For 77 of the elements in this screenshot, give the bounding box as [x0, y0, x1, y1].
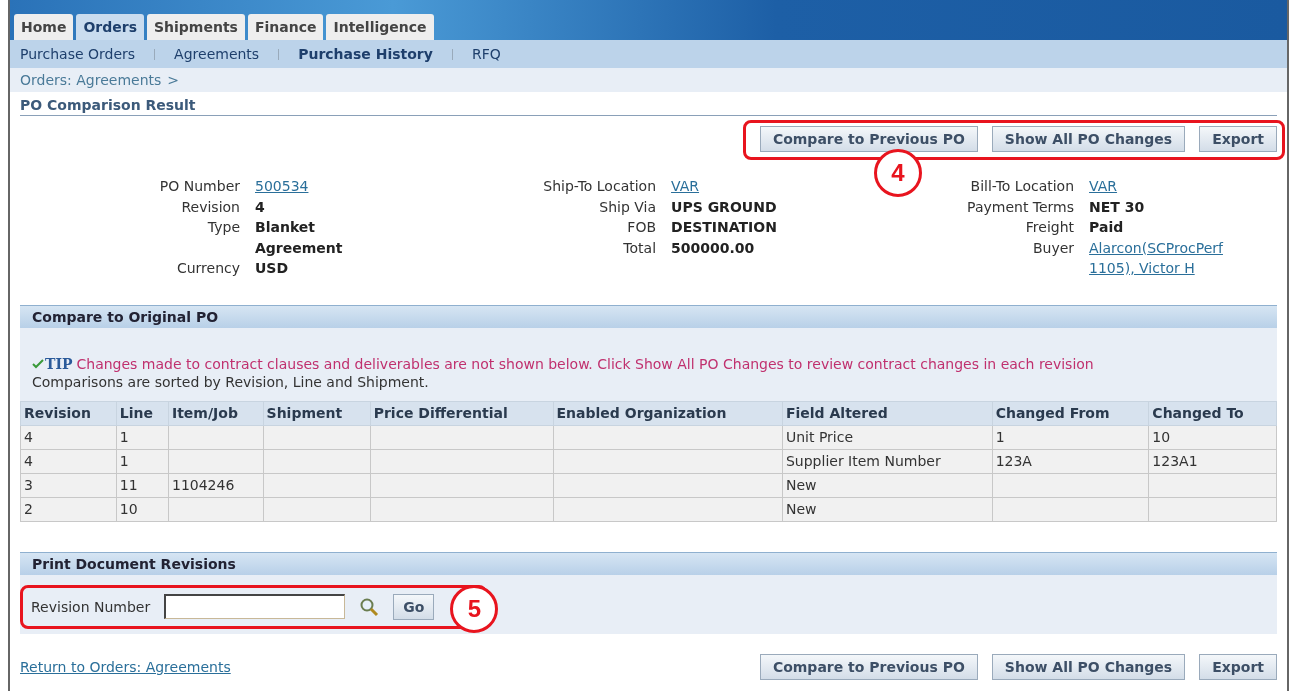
subnav-link[interactable]: RFQ — [471, 46, 501, 62]
column-header: Revision — [20, 401, 117, 425]
table-cell: 1 — [992, 425, 1149, 449]
field-value: USD — [255, 259, 290, 278]
sort-note: Comparisons are sorted by Revision, Line and Shipment. — [31, 372, 430, 392]
section-header: Compare to Original PO — [20, 304, 1277, 328]
tip-label: TIP — [45, 355, 73, 372]
field-label: Ship-To Location — [542, 177, 657, 196]
return-link[interactable]: Return to Orders: Agreements — [20, 658, 231, 675]
field-link[interactable]: Alarcon(SCProcPerf 1105), Victor H — [1089, 237, 1240, 279]
column-header: Item/Job — [168, 401, 264, 425]
field-label: Payment Terms — [966, 197, 1075, 217]
column-header: Changed From — [992, 401, 1149, 425]
field-label: PO Number — [158, 177, 240, 196]
table-cell: Unit Price — [782, 425, 993, 449]
tip-text: Changes made to contract clauses and deliverables are not shown below. Click Show All PO Changes to review contract changes in each revision — [76, 355, 1094, 372]
field-label: Type — [206, 218, 240, 237]
field-value: Paid — [1089, 218, 1125, 237]
check-icon — [32, 358, 44, 369]
nav-tab[interactable]: Shipments — [147, 14, 245, 40]
revision-input[interactable] — [164, 594, 346, 619]
field-label: Buyer — [1031, 238, 1075, 258]
table-cell: New — [782, 473, 993, 497]
action-button[interactable]: Export — [1199, 126, 1277, 152]
subnav-link[interactable]: Purchase History — [298, 46, 433, 62]
table-cell: 4 — [20, 449, 117, 473]
search-icon[interactable] — [359, 596, 380, 617]
table-cell: 10 — [1148, 425, 1277, 449]
breadcrumb-link[interactable]: Orders: Agreements — [20, 72, 162, 88]
go-button[interactable]: Go — [393, 593, 435, 620]
action-button[interactable]: Show All PO Changes — [991, 126, 1186, 152]
field-value: 500000.00 — [671, 238, 756, 258]
table-cell: 4 — [20, 425, 117, 449]
callout-number: 5 — [450, 584, 499, 633]
column-header: Price Differential — [370, 401, 554, 425]
table-cell: 1104246 — [168, 473, 264, 497]
field-link[interactable]: 500534 — [255, 176, 405, 197]
action-button[interactable]: Compare to Previous PO — [759, 126, 978, 152]
table-cell: New — [782, 497, 993, 521]
field-link[interactable]: VAR — [1089, 176, 1240, 197]
table-cell: 2 — [20, 497, 117, 521]
field-label: FOB — [626, 218, 657, 237]
field-value: Blanket Agreement — [255, 218, 344, 258]
table-cell: 123A1 — [1148, 449, 1277, 473]
field-label: Currency — [175, 259, 240, 278]
section-header: Print Document Revisions — [20, 551, 1277, 575]
field-label: Total — [622, 238, 657, 258]
subnav-link[interactable]: Agreements — [174, 46, 260, 62]
field-value: DESTINATION — [671, 218, 778, 237]
table-cell: 123A — [992, 449, 1149, 473]
table-cell: 3 — [20, 473, 117, 497]
nav-tab[interactable]: Home — [14, 14, 74, 40]
nav-tab[interactable]: Orders — [76, 14, 144, 40]
callout-number: 4 — [873, 149, 922, 197]
column-header: Field Altered — [782, 401, 993, 425]
column-header: Enabled Organization — [553, 401, 783, 425]
field-link[interactable]: VAR — [671, 176, 822, 197]
action-button[interactable]: Compare to Previous PO — [759, 653, 978, 680]
field-label: Freight — [1024, 218, 1075, 237]
subnav-link[interactable]: Purchase Orders — [20, 46, 136, 62]
field-value: 4 — [255, 197, 266, 217]
column-header: Changed To — [1148, 401, 1277, 425]
field-label: Ship Via — [598, 197, 657, 217]
action-button[interactable]: Export — [1199, 653, 1277, 680]
field-value: NET 30 — [1089, 197, 1146, 217]
column-header: Shipment — [263, 401, 371, 425]
field-value: UPS GROUND — [671, 197, 778, 217]
field-label: Revision — [180, 197, 240, 217]
field-label: Bill-To Location — [969, 177, 1075, 196]
column-header: Line — [116, 401, 169, 425]
nav-tab[interactable]: Finance — [247, 14, 324, 40]
page-title: PO Comparison Result — [20, 97, 1277, 116]
action-button[interactable]: Show All PO Changes — [991, 653, 1186, 680]
field-label: Revision Number — [31, 598, 151, 615]
breadcrumb-separator: > — [167, 72, 180, 88]
nav-tab[interactable]: Intelligence — [326, 14, 434, 40]
table-cell: Supplier Item Number — [782, 449, 993, 473]
